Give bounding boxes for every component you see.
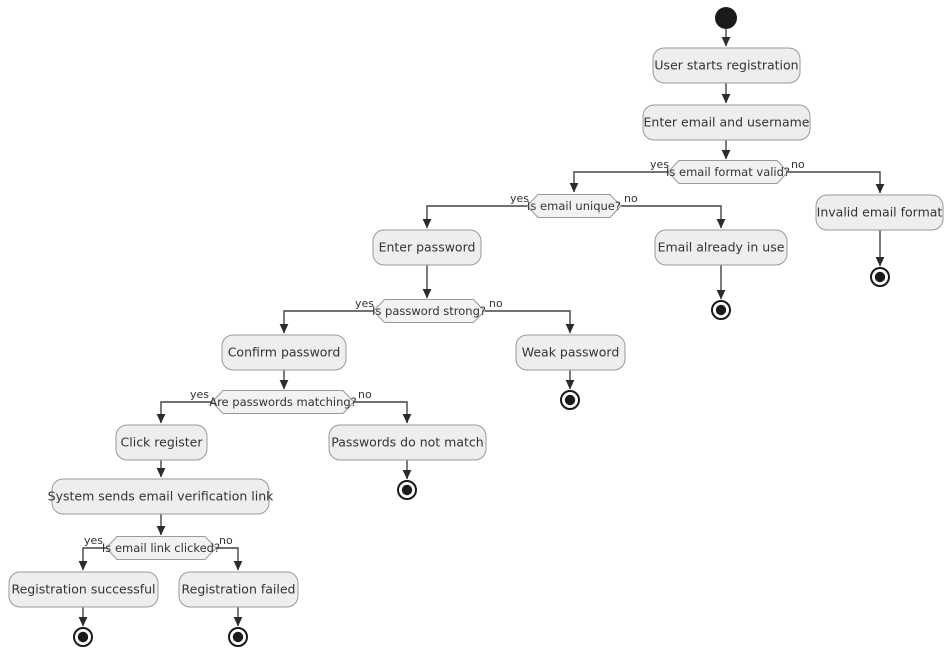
edge-d2-to-a5: yes [422,192,529,229]
decision-label: Is password strong? [372,304,486,318]
decision-node-is-email-unique[interactable]: Is email unique? [526,194,622,218]
action-node-click-register[interactable]: Click register [115,424,208,461]
action-label: Passwords do not match [331,435,483,450]
action-label: Click register [121,435,204,450]
edge-path [279,310,373,334]
final-node [73,627,93,647]
initial-node-circle [715,7,737,29]
action-label: Enter password [379,240,476,255]
action-node-registration-successful[interactable]: Registration successful [8,571,159,608]
edge-path [354,401,412,424]
final-node-dot [564,394,576,406]
action-label: Enter email and username [644,115,810,130]
edge-path [485,310,575,334]
edge-d2-to-a4: no [621,192,726,229]
initial-node [715,7,737,29]
action-node-enter-password[interactable]: Enter password [372,229,482,266]
edge-d1-to-a3: no [788,158,885,194]
decision-node-are-passwords-matching[interactable]: Are passwords matching? [209,390,357,414]
final-node-dot [401,484,413,496]
activity-diagram-canvas: yes no yes no yes no yes no yes no User starts re… [0,0,949,656]
edge-path [569,171,668,193]
decision-label: Are passwords matching? [209,395,357,409]
edge-label-no: no [358,388,372,401]
edge-d3-to-a6: no [485,297,575,334]
action-node-weak-password[interactable]: Weak password [515,334,626,371]
action-node-user-starts-registration[interactable]: User starts registration [652,47,801,84]
edge-d1-to-d2: yes [569,158,669,193]
final-node-dot [715,304,727,316]
decision-label: Is email format valid? [666,165,790,179]
final-node [228,627,248,647]
action-node-registration-failed[interactable]: Registration failed [178,571,299,608]
action-label: Invalid email format [817,205,943,220]
action-node-system-sends-email-verification-link[interactable]: System sends email verification link [48,478,274,515]
final-node-dot [874,271,886,283]
edge-label-yes: yes [84,534,103,547]
edge-d3-to-a7: yes [279,297,374,334]
edge-path [156,401,212,424]
edge-path [788,171,885,194]
action-label: Weak password [522,345,620,360]
nodes-layer: User starts registration Enter email and … [8,7,944,647]
decision-node-is-password-strong[interactable]: Is password strong? [372,299,486,323]
action-node-invalid-email-format[interactable]: Invalid email format [815,194,944,231]
action-label: Registration failed [182,582,296,597]
final-node [560,390,580,410]
action-label: Email already in use [658,240,785,255]
edge-d4-to-a8: no [354,388,412,424]
edge-label-no: no [219,534,233,547]
final-node-dot [77,631,89,643]
decision-node-is-email-format-valid[interactable]: Is email format valid? [666,160,790,184]
action-label: User starts registration [654,58,798,73]
final-node [870,267,890,287]
edge-label-no: no [791,158,805,171]
action-node-enter-email-and-username[interactable]: Enter email and username [642,104,811,141]
action-node-passwords-do-not-match[interactable]: Passwords do not match [328,424,487,461]
decision-label: Is email link clicked? [102,541,220,555]
decision-node-is-email-link-clicked[interactable]: Is email link clicked? [102,536,220,560]
edge-d4-to-a9: yes [156,388,212,424]
action-node-email-already-in-use[interactable]: Email already in use [654,229,788,266]
uml-activity-diagram: yes noyes noyes noyes noyes no User starts re… [8,7,944,647]
action-node-confirm-password[interactable]: Confirm password [221,334,347,371]
edge-label-no: no [489,297,503,310]
final-node-dot [232,631,244,643]
edge-label-no: no [624,192,638,205]
decision-label: Is email unique? [527,199,621,213]
edge-label-yes: yes [190,388,209,401]
edge-path [422,205,527,229]
action-label: Registration successful [11,582,155,597]
action-label: System sends email verification link [48,489,274,504]
action-label: Confirm password [228,345,341,360]
edge-path [621,205,726,229]
final-node [397,480,417,500]
final-node [711,300,731,320]
